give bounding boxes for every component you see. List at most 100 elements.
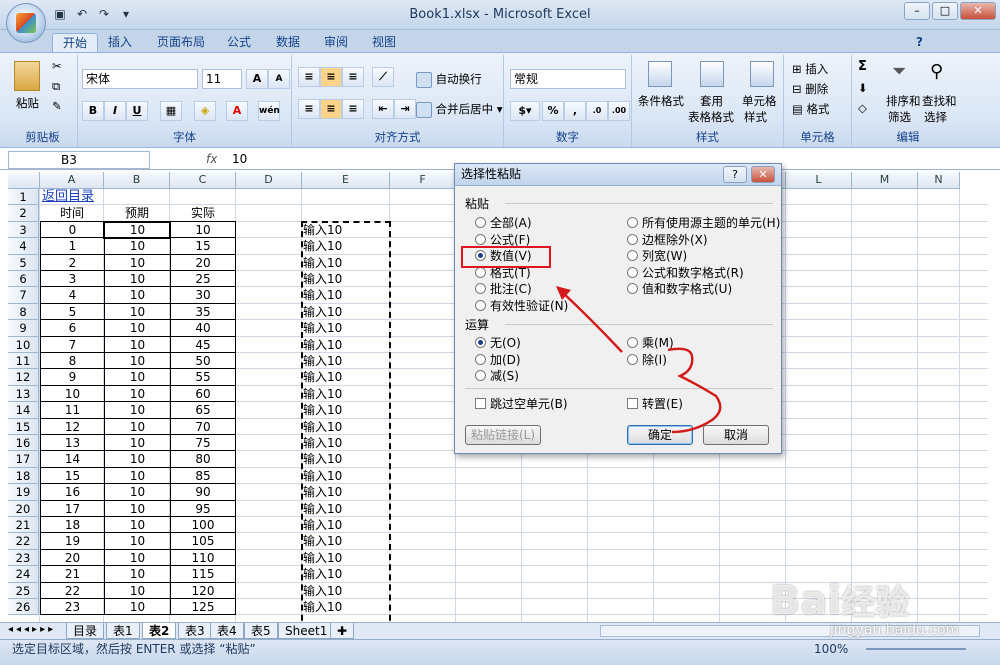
data-cell[interactable]: 9 bbox=[40, 369, 104, 386]
sheet-tab[interactable]: 表4 bbox=[210, 623, 244, 639]
skip-blanks-checkbox[interactable]: 跳过空单元(B) bbox=[475, 395, 568, 412]
row-header[interactable]: 24 bbox=[8, 566, 39, 583]
radio-option[interactable]: 全部(A) bbox=[475, 214, 532, 231]
data-cell[interactable]: 14 bbox=[40, 451, 104, 468]
align-bottom-icon[interactable]: ≡ bbox=[342, 67, 364, 87]
paste-icon[interactable] bbox=[14, 61, 40, 91]
row-header[interactable]: 5 bbox=[8, 254, 39, 271]
row-header[interactable]: 1 bbox=[8, 189, 39, 206]
merge-center-button[interactable]: 合并后居中 ▾ bbox=[416, 101, 503, 118]
row-header[interactable]: 12 bbox=[8, 369, 39, 386]
maximize-button[interactable]: □ bbox=[932, 2, 958, 20]
data-cell[interactable]: 85 bbox=[170, 467, 236, 485]
data-cell[interactable]: 10 bbox=[104, 402, 170, 419]
data-cell[interactable]: 40 bbox=[170, 320, 236, 337]
currency-icon[interactable]: $▾ bbox=[510, 101, 540, 121]
data-cell[interactable]: 10 bbox=[104, 353, 170, 370]
sheet-tab[interactable]: 表5 bbox=[244, 623, 278, 639]
data-cell[interactable]: 110 bbox=[170, 549, 236, 567]
row-header[interactable]: 13 bbox=[8, 385, 39, 403]
data-cell[interactable]: 25 bbox=[170, 271, 236, 288]
phonetic-icon[interactable]: wén bbox=[258, 101, 280, 121]
sort-filter-label2[interactable]: 筛选 bbox=[888, 109, 911, 125]
header-cell[interactable]: 实际 bbox=[170, 205, 236, 222]
data-cell[interactable]: 10 bbox=[104, 385, 170, 403]
bold-button[interactable]: B bbox=[82, 101, 104, 121]
tab-home[interactable]: 开始 bbox=[52, 33, 99, 52]
data-cell[interactable]: 10 bbox=[104, 451, 170, 468]
autosum-icon[interactable]: Σ bbox=[858, 59, 867, 74]
format-painter-icon[interactable]: ✎ bbox=[52, 99, 62, 113]
sort-filter-label1[interactable]: 排序和 bbox=[886, 93, 921, 109]
row-header[interactable]: 21 bbox=[8, 517, 39, 534]
data-cell[interactable]: 10 bbox=[104, 254, 170, 271]
tab-review[interactable]: 审阅 bbox=[324, 33, 348, 52]
format-as-table-label1[interactable]: 套用 bbox=[700, 93, 723, 109]
header-cell[interactable]: 时间 bbox=[40, 205, 104, 222]
data-cell[interactable]: 115 bbox=[170, 566, 236, 583]
row-header[interactable]: 19 bbox=[8, 484, 39, 501]
row-header[interactable]: 26 bbox=[8, 599, 39, 616]
column-header[interactable]: E bbox=[302, 172, 390, 189]
tab-formulas[interactable]: 公式 bbox=[227, 33, 251, 52]
align-left-icon[interactable]: ≡ bbox=[298, 99, 320, 119]
data-cell[interactable]: 17 bbox=[40, 500, 104, 517]
increase-indent-icon[interactable]: ⇥ bbox=[394, 99, 416, 119]
back-to-index-link[interactable]: 返回目录 bbox=[40, 189, 104, 205]
data-cell[interactable]: 10 bbox=[104, 369, 170, 386]
row-header[interactable]: 8 bbox=[8, 303, 39, 321]
data-cell[interactable]: 90 bbox=[170, 484, 236, 501]
data-cell[interactable]: 10 bbox=[104, 599, 170, 616]
data-cell[interactable]: 10 bbox=[104, 484, 170, 501]
fx-icon[interactable]: fx bbox=[206, 152, 217, 166]
wrap-text-button[interactable]: 自动换行 bbox=[416, 71, 482, 88]
underline-button[interactable]: U bbox=[126, 101, 148, 121]
transpose-checkbox[interactable]: 转置(E) bbox=[627, 395, 683, 412]
data-cell[interactable]: 10 bbox=[104, 549, 170, 567]
row-header[interactable]: 3 bbox=[8, 221, 39, 239]
data-cell[interactable]: 120 bbox=[170, 582, 236, 599]
data-cell[interactable]: 8 bbox=[40, 353, 104, 370]
font-name-combo[interactable]: 宋体 bbox=[82, 69, 198, 89]
find-select-label2[interactable]: 选择 bbox=[924, 109, 947, 125]
tab-data[interactable]: 数据 bbox=[276, 33, 300, 52]
data-cell[interactable]: 10 bbox=[104, 418, 170, 435]
sheet-tab[interactable]: 表1 bbox=[106, 623, 140, 639]
data-cell[interactable]: 10 bbox=[104, 303, 170, 321]
data-cell[interactable]: 10 bbox=[104, 533, 170, 550]
radio-option[interactable]: 列宽(W) bbox=[627, 247, 687, 264]
data-cell[interactable]: 80 bbox=[170, 451, 236, 468]
data-cell[interactable]: 7 bbox=[40, 336, 104, 353]
find-select-icon[interactable]: ⚲ bbox=[930, 61, 943, 82]
formula-input[interactable]: 10 bbox=[232, 152, 247, 166]
data-cell[interactable]: 10 bbox=[40, 385, 104, 403]
column-header[interactable]: A bbox=[40, 172, 104, 189]
grow-font-button[interactable]: A bbox=[246, 69, 268, 89]
row-header[interactable]: 18 bbox=[8, 467, 39, 485]
number-format-combo[interactable]: 常规 bbox=[510, 69, 626, 89]
tab-insert[interactable]: 插入 bbox=[108, 33, 132, 52]
data-cell[interactable]: 10 bbox=[104, 287, 170, 304]
align-center-icon[interactable]: ≡ bbox=[320, 99, 342, 119]
radio-option[interactable]: 公式和数字格式(R) bbox=[627, 264, 744, 281]
row-header[interactable]: 14 bbox=[8, 402, 39, 419]
dialog-help-button[interactable]: ? bbox=[723, 166, 747, 183]
radio-option[interactable]: 边框除外(X) bbox=[627, 231, 708, 248]
office-button[interactable] bbox=[6, 3, 46, 43]
align-middle-icon[interactable]: ≡ bbox=[320, 67, 342, 87]
data-cell[interactable]: 125 bbox=[170, 599, 236, 616]
data-cell[interactable]: 12 bbox=[40, 418, 104, 435]
data-cell[interactable]: 18 bbox=[40, 517, 104, 534]
cancel-button[interactable]: 取消 bbox=[703, 425, 769, 445]
radio-option[interactable]: 所有使用源主题的单元(H) bbox=[627, 214, 780, 231]
conditional-format-button[interactable]: 条件格式 bbox=[638, 93, 684, 109]
format-as-table-label2[interactable]: 表格格式 bbox=[688, 109, 734, 125]
data-cell[interactable]: 23 bbox=[40, 599, 104, 616]
data-cell[interactable]: 10 bbox=[104, 336, 170, 353]
radio-option[interactable]: 值和数字格式(U) bbox=[627, 280, 732, 297]
zoom-level[interactable]: 100% bbox=[814, 640, 848, 658]
cell-styles-label2[interactable]: 样式 bbox=[744, 109, 767, 125]
insert-sheet-icon[interactable]: ✚ bbox=[330, 623, 355, 639]
data-cell[interactable]: 10 bbox=[104, 566, 170, 583]
font-color-icon[interactable]: A bbox=[226, 101, 248, 121]
